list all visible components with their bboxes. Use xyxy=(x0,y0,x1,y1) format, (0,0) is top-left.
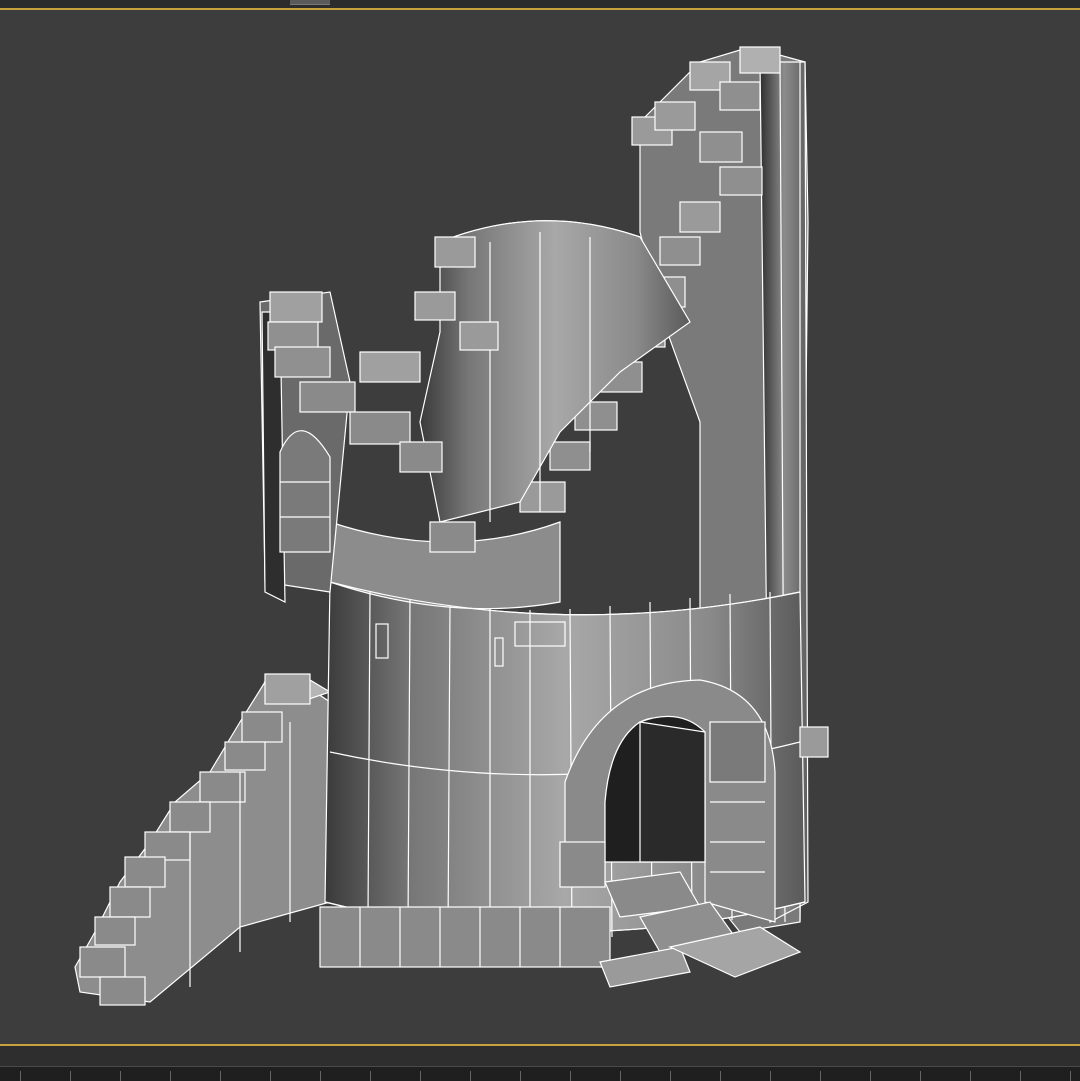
timeline-track[interactable] xyxy=(0,1066,1080,1081)
top-toolbar xyxy=(0,0,1080,8)
tower-wireframe-render xyxy=(74,46,829,1006)
left-wall xyxy=(74,673,332,1006)
toolbar-tab[interactable] xyxy=(290,0,330,5)
perspective-viewport[interactable] xyxy=(0,8,1080,1046)
